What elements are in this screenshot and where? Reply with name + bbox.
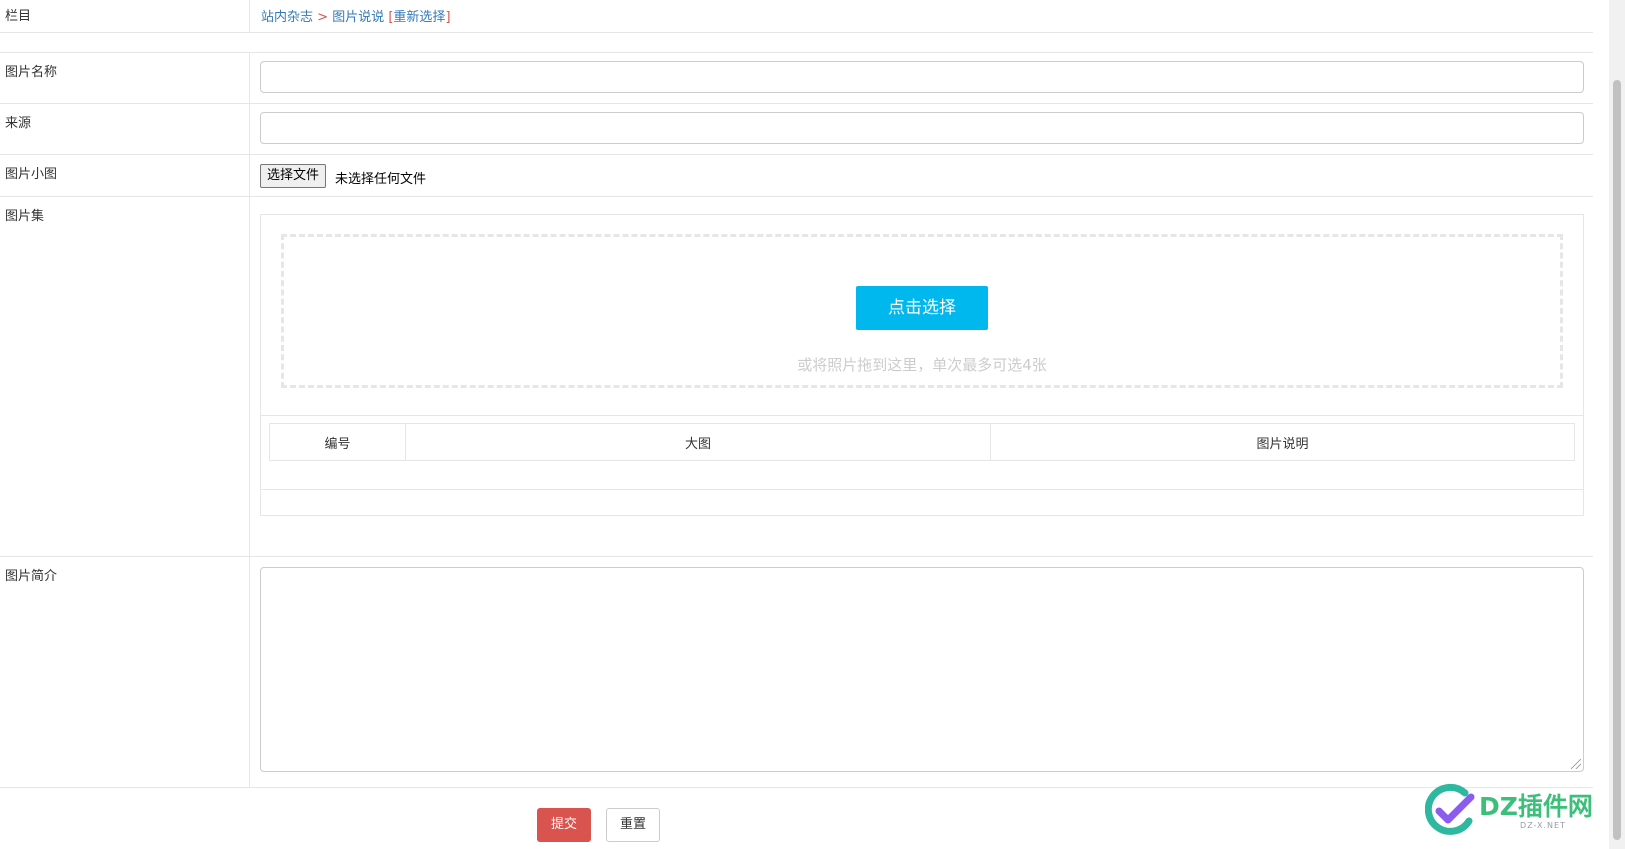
dz-watermark-logo: DZ插件网 DZ-X.NET <box>1424 781 1610 841</box>
check-logo-icon <box>1424 783 1475 835</box>
publish-form: 栏目 站内杂志 > 图片说说 [重新选择] 图片名称 来源 图片小图 选择文件 … <box>0 0 1593 849</box>
source-label: 来源 <box>0 104 250 154</box>
category-label: 栏目 <box>0 0 250 32</box>
title-row: 图片名称 <box>0 53 1593 104</box>
reselect-category-link[interactable]: 重新选择 <box>393 10 445 25</box>
title-label: 图片名称 <box>0 53 250 103</box>
breadcrumb-picture-talk-link[interactable]: 图片说说 <box>332 10 384 25</box>
watermark-text: DZ插件网 <box>1479 792 1593 821</box>
column-number: 编号 <box>269 423 406 461</box>
column-large-image: 大图 <box>405 423 991 461</box>
breadcrumb: 站内杂志 > 图片说说 [重新选择] <box>261 10 451 25</box>
submit-button[interactable]: 提交 <box>537 808 591 842</box>
gallery-row: 图片集 点击选择 或将照片拖到这里，单次最多可选4张 编号 大图 图片说明 <box>0 197 1593 557</box>
drop-zone[interactable]: 点击选择 或将照片拖到这里，单次最多可选4张 <box>281 234 1563 388</box>
summary-label: 图片简介 <box>0 557 250 787</box>
column-image-caption: 图片说明 <box>990 423 1575 461</box>
resize-handle-icon[interactable] <box>1571 759 1581 769</box>
breadcrumb-separator: > <box>313 10 333 25</box>
vertical-scrollbar[interactable] <box>1609 0 1625 849</box>
source-row: 来源 <box>0 104 1593 155</box>
watermark-subtext: DZ-X.NET <box>1520 821 1566 830</box>
gallery-label: 图片集 <box>0 197 250 556</box>
category-row: 栏目 站内杂志 > 图片说说 [重新选择] <box>0 0 1593 33</box>
file-status: 未选择任何文件 <box>335 172 427 187</box>
image-table-divider <box>261 489 1583 490</box>
breadcrumb-magazine-link[interactable]: 站内杂志 <box>261 10 313 25</box>
source-input[interactable] <box>260 112 1584 144</box>
image-uploader: 点击选择 或将照片拖到这里，单次最多可选4张 编号 大图 图片说明 <box>260 214 1584 516</box>
title-input[interactable] <box>260 61 1584 93</box>
thumbnail-label: 图片小图 <box>0 155 250 196</box>
drop-hint: 或将照片拖到这里，单次最多可选4张 <box>797 356 1047 374</box>
image-table: 编号 大图 图片说明 <box>269 423 1575 461</box>
uploader-divider <box>261 415 1583 416</box>
pick-images-button[interactable]: 点击选择 <box>856 286 988 330</box>
choose-file-button[interactable]: 选择文件 <box>260 164 327 188</box>
thumbnail-row: 图片小图 选择文件 未选择任何文件 <box>0 155 1593 197</box>
reset-button[interactable]: 重置 <box>606 808 660 842</box>
image-table-header: 编号 大图 图片说明 <box>269 423 1575 461</box>
scrollbar-thumb[interactable] <box>1613 80 1621 840</box>
summary-row: 图片简介 <box>0 557 1593 788</box>
summary-textarea[interactable] <box>260 567 1584 772</box>
